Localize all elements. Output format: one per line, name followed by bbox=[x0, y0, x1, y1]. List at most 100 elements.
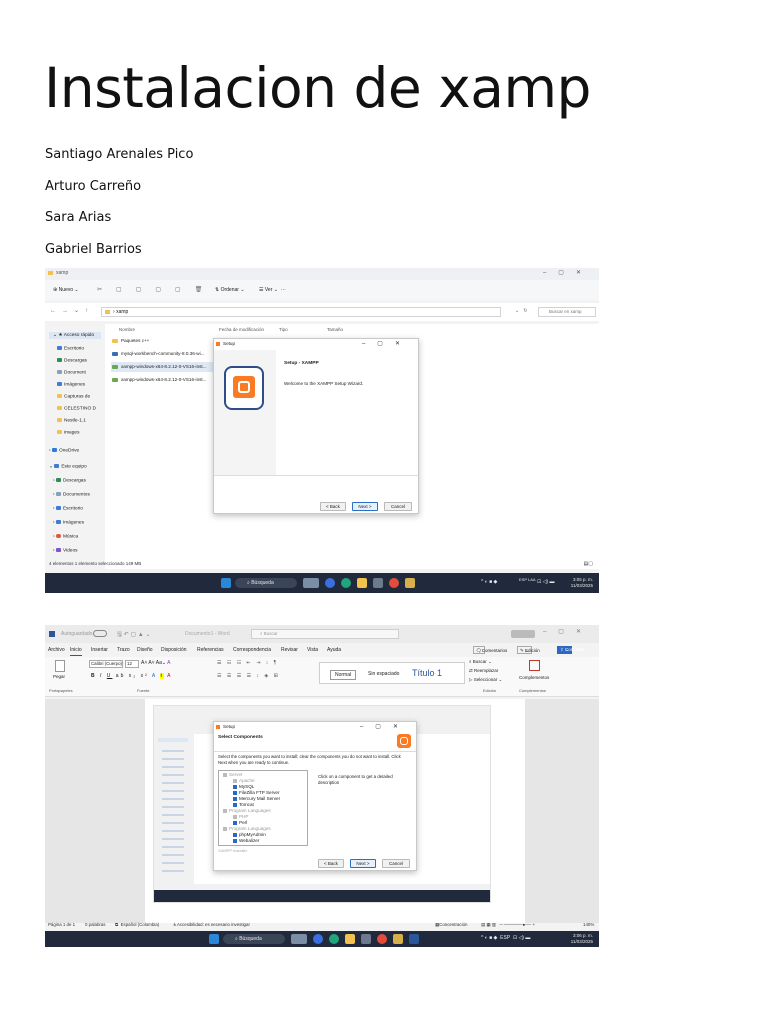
style-title1[interactable]: Título 1 bbox=[412, 668, 442, 678]
nav-pc-documentos[interactable]: › Documentos bbox=[53, 492, 90, 497]
column-modified[interactable]: Fecha de modificación bbox=[219, 327, 264, 332]
accessibility-status[interactable]: ♿ Accesibilidad: es necesario investigar bbox=[173, 921, 250, 929]
tab-ayuda[interactable]: Ayuda bbox=[327, 645, 341, 655]
focus-button[interactable]: ▦ Concentración bbox=[435, 921, 467, 929]
nav-this-pc[interactable]: ⌄ Este equipo bbox=[49, 464, 87, 469]
dialog-controls[interactable]: –▢✕ bbox=[362, 339, 412, 349]
select-button[interactable]: ▷ Seleccionar ⌄ bbox=[469, 677, 502, 683]
store-icon[interactable] bbox=[373, 578, 383, 588]
tree-item[interactable]: Server bbox=[223, 772, 243, 777]
comments-button[interactable]: 🗨 Comentarios bbox=[473, 646, 507, 654]
start-icon[interactable] bbox=[209, 934, 219, 944]
dialog-controls[interactable]: –▢✕ bbox=[360, 722, 410, 732]
tree-item[interactable]: MySQL bbox=[233, 784, 254, 789]
app-icon[interactable] bbox=[405, 578, 415, 588]
tab-disposicion[interactable]: Disposición bbox=[161, 645, 187, 655]
quick-access-icons[interactable]: 🖫 ↶ ▢ ▲ ⌄ bbox=[117, 630, 150, 640]
file-row[interactable]: xampp-windows-x64-8.2.12-0-VS16-inst... bbox=[111, 375, 217, 385]
explorer-icon[interactable] bbox=[357, 578, 367, 588]
tab-correspondencia[interactable]: Correspondencia bbox=[233, 645, 271, 655]
nav-item-imagenes[interactable]: Imágenes bbox=[57, 382, 85, 387]
tree-item[interactable]: Program Languages bbox=[223, 826, 271, 831]
file-row[interactable]: Paquetes c++ bbox=[111, 336, 217, 346]
tab-revisar[interactable]: Revisar bbox=[281, 645, 298, 655]
file-row[interactable]: xampp-windows-x64-8.2.12-0-VS16-inst... bbox=[111, 362, 217, 372]
tab-archivo[interactable]: Archivo bbox=[48, 645, 65, 655]
cancel-button[interactable]: Cancel bbox=[382, 859, 410, 868]
style-normal[interactable]: Normal bbox=[330, 670, 357, 680]
font-size-icons[interactable]: A˄ A˅ Aa⌄ A bbox=[141, 660, 171, 666]
font-size-select[interactable]: 12 bbox=[125, 660, 139, 668]
addins-icon[interactable] bbox=[529, 660, 540, 671]
nav-onedrive[interactable]: › OneDrive bbox=[49, 448, 79, 453]
nav-item-escritorio[interactable]: Escritorio bbox=[57, 346, 84, 351]
paste-icon[interactable] bbox=[55, 660, 65, 672]
tab-insertar[interactable]: Insertar bbox=[91, 645, 108, 655]
components-tree[interactable]: Server Apache MySQL FileZilla FTP Server… bbox=[218, 770, 308, 846]
store-icon[interactable] bbox=[361, 934, 371, 944]
tab-referencias[interactable]: Referencias bbox=[197, 645, 224, 655]
tree-item[interactable]: Apache bbox=[233, 778, 255, 783]
column-size[interactable]: Tamaño bbox=[327, 327, 343, 332]
nav-pc-escritorio[interactable]: › Escritorio bbox=[53, 506, 83, 511]
tree-item[interactable]: Program Languages bbox=[223, 808, 271, 813]
tab-diseno[interactable]: Diseño bbox=[137, 645, 153, 655]
refresh-icon[interactable]: ⌄ ↻ bbox=[515, 308, 528, 314]
tree-item[interactable]: Mercury Mail Server bbox=[233, 796, 280, 801]
tab-vista[interactable]: Vista bbox=[307, 645, 318, 655]
taskbar-search[interactable]: ⌕ Búsqueda bbox=[223, 934, 285, 944]
tray-icons[interactable]: ^ ◐ ■ ◆ bbox=[481, 579, 497, 585]
word-taskbar-icon[interactable] bbox=[409, 934, 419, 944]
nav-pc-musica[interactable]: › Música bbox=[53, 534, 78, 539]
app-icon[interactable] bbox=[313, 934, 323, 944]
nav-item-celestino[interactable]: CELESTINO D bbox=[57, 406, 96, 411]
search-input[interactable]: Buscar en xamp bbox=[538, 307, 596, 317]
tab-trazo[interactable]: Trazo bbox=[117, 645, 130, 655]
word-count[interactable]: 0 palabras bbox=[85, 921, 106, 929]
clock[interactable]: 3:05 p. m. 11/03/2025 bbox=[571, 577, 593, 589]
tray-icons[interactable]: ^ ◐ ■ ◆ ESP ⊡ ◁) ▬ bbox=[481, 935, 530, 941]
widgets-icon[interactable] bbox=[291, 934, 307, 944]
view-button[interactable]: ☰ Ver ⌄ ··· bbox=[259, 287, 286, 293]
explorer-icon[interactable] bbox=[345, 934, 355, 944]
next-button[interactable]: Next > bbox=[350, 859, 376, 868]
back-button[interactable]: < Back bbox=[318, 859, 344, 868]
nav-item-nestle[interactable]: Nestle-1.1 bbox=[57, 418, 86, 423]
cancel-button[interactable]: Cancel bbox=[384, 502, 412, 511]
tree-item[interactable]: Webalizer bbox=[233, 838, 259, 843]
sort-button[interactable]: ⇅ Ordenar ⌄ bbox=[215, 287, 245, 293]
nav-pc-imagenes[interactable]: › Imágenes bbox=[53, 520, 84, 525]
file-row[interactable]: mysql-workbench-community-8.0.36-wi... bbox=[111, 349, 217, 359]
column-type[interactable]: Tipo bbox=[279, 327, 288, 332]
address-bar[interactable]: › xamp bbox=[101, 307, 501, 317]
font-format-icons[interactable]: B I U ab x₂ x² A ℓ A bbox=[91, 673, 172, 679]
nav-quick-access[interactable]: ⌄ ★ Acceso rápido bbox=[49, 332, 101, 339]
network-volume-icons[interactable]: ⊡ ◁) ▬ bbox=[537, 579, 554, 585]
share-button[interactable]: ⇪ Compartir ⌄ bbox=[557, 646, 585, 654]
nav-item-images[interactable]: images bbox=[57, 430, 79, 435]
paste-label[interactable]: Pegar bbox=[53, 674, 65, 679]
view-buttons[interactable]: ▤ ▦ ▥ ─ ──────●── + bbox=[481, 921, 535, 929]
taskbar-search[interactable]: ⌕ Búsqueda bbox=[235, 578, 297, 588]
alignment-icons[interactable]: ☰ ☰ ☰ ☰ ↕ ◈ ⊞ bbox=[217, 673, 280, 679]
chrome-icon[interactable] bbox=[389, 578, 399, 588]
start-icon[interactable] bbox=[221, 578, 231, 588]
page-count[interactable]: Página 1 de 1 bbox=[48, 921, 75, 929]
next-button[interactable]: Next > bbox=[352, 502, 378, 511]
editing-mode-button[interactable]: ✎ Edición ⌄ bbox=[517, 646, 540, 654]
language-indicator[interactable]: ESP LAA bbox=[519, 577, 536, 582]
widgets-icon[interactable] bbox=[303, 578, 319, 588]
autosave-toggle[interactable] bbox=[93, 630, 107, 637]
tree-item[interactable]: PHP bbox=[233, 814, 248, 819]
new-button[interactable]: ⊕ Nuevo ⌄ bbox=[53, 287, 79, 293]
nav-item-capturas[interactable]: Capturas de bbox=[57, 394, 90, 399]
tree-item[interactable]: Perl bbox=[233, 820, 247, 825]
style-no-spacing[interactable]: Sin espaciado bbox=[368, 671, 399, 677]
search-input[interactable]: ⌕ Buscar bbox=[251, 629, 399, 639]
edge-icon[interactable] bbox=[341, 578, 351, 588]
app-icon[interactable] bbox=[325, 578, 335, 588]
window-controls[interactable]: –▢✕ bbox=[543, 269, 593, 276]
app-icon[interactable] bbox=[393, 934, 403, 944]
tree-item[interactable]: Tomcat bbox=[233, 802, 254, 807]
chrome-icon[interactable] bbox=[377, 934, 387, 944]
